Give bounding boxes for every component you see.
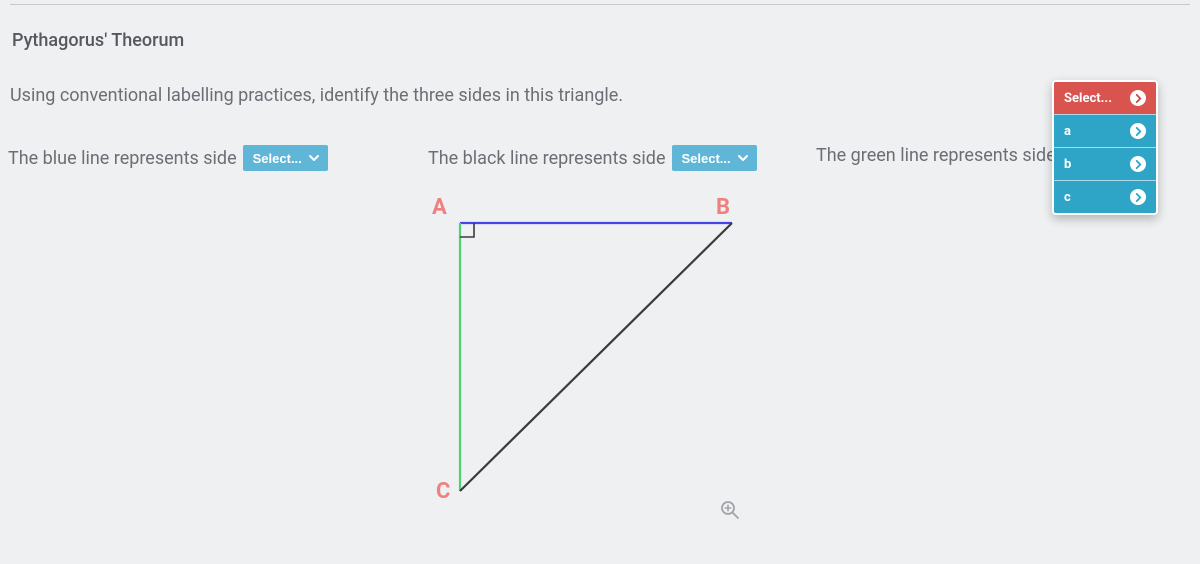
side-black bbox=[460, 223, 732, 491]
dropdown-header[interactable]: Select... bbox=[1054, 82, 1156, 114]
page-title: Pythagorus' Theorum bbox=[12, 30, 184, 51]
right-angle-marker bbox=[460, 223, 474, 237]
vertex-label-b: B bbox=[716, 195, 730, 220]
chevron-down-icon bbox=[308, 152, 320, 164]
select-blue-button[interactable]: Select... bbox=[243, 145, 328, 171]
select-black-button[interactable]: Select... bbox=[672, 145, 757, 171]
chevron-right-icon bbox=[1130, 90, 1146, 106]
chevron-right-icon bbox=[1130, 156, 1146, 172]
dropdown-header-label: Select... bbox=[1064, 91, 1112, 106]
dropdown-option-a-label: a bbox=[1064, 124, 1071, 139]
chevron-right-icon bbox=[1130, 189, 1146, 205]
statement-green: The green line represents side bbox=[816, 145, 1056, 166]
dropdown-option-a[interactable]: a bbox=[1054, 114, 1156, 147]
dropdown-option-b-label: b bbox=[1064, 157, 1071, 172]
select-blue-label: Select... bbox=[253, 151, 302, 166]
select-green-dropdown[interactable]: Select... a b c bbox=[1052, 80, 1158, 215]
divider bbox=[10, 4, 1190, 5]
chevron-right-icon bbox=[1130, 123, 1146, 139]
dropdown-option-c[interactable]: c bbox=[1054, 180, 1156, 213]
triangle-diagram: A B C bbox=[430, 195, 770, 535]
instruction-text: Using conventional labelling practices, … bbox=[10, 85, 623, 106]
dropdown-option-b[interactable]: b bbox=[1054, 147, 1156, 180]
statement-black: The black line represents side Select... bbox=[428, 145, 757, 171]
statement-blue-text: The blue line represents side bbox=[8, 148, 237, 169]
statement-green-text: The green line represents side bbox=[816, 145, 1056, 166]
statement-blue: The blue line represents side Select... bbox=[8, 145, 328, 171]
vertex-label-a: A bbox=[432, 195, 447, 220]
vertex-label-c: C bbox=[436, 479, 450, 504]
select-black-label: Select... bbox=[682, 151, 731, 166]
zoom-in-icon[interactable] bbox=[720, 500, 740, 520]
chevron-down-icon bbox=[737, 152, 749, 164]
statement-black-text: The black line represents side bbox=[428, 148, 666, 169]
statements-row: The blue line represents side Select... … bbox=[0, 145, 1200, 175]
dropdown-option-c-label: c bbox=[1064, 190, 1071, 205]
